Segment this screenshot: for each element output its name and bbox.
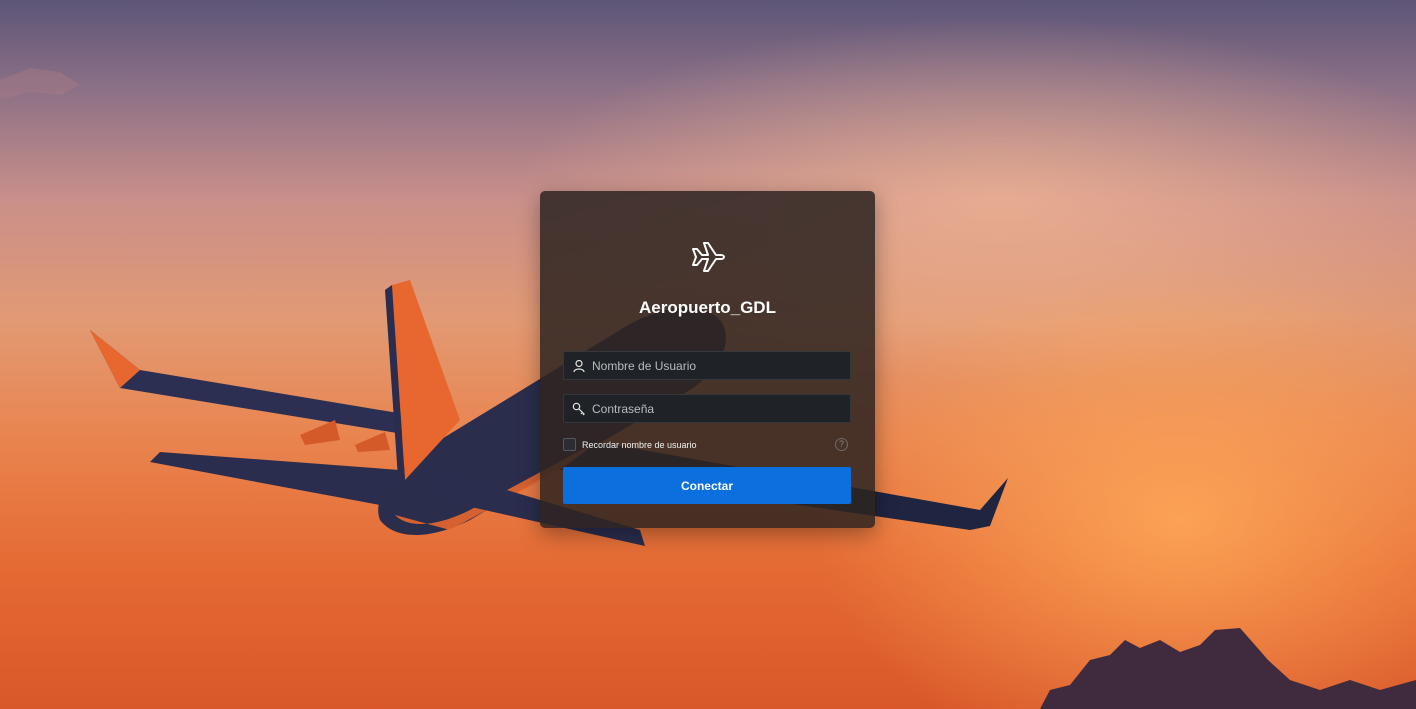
app-title: Aeropuerto_GDL (639, 298, 776, 317)
username-input[interactable] (592, 358, 850, 373)
login-card: Aeropuerto_GDL Recordar nombre de usuari… (540, 191, 875, 528)
remember-label: Recordar nombre de usuario (582, 439, 697, 450)
remember-checkbox[interactable] (563, 438, 576, 451)
key-icon (572, 402, 585, 415)
connect-button[interactable]: Conectar (563, 467, 851, 504)
help-icon[interactable]: ? (835, 438, 848, 451)
password-input[interactable] (592, 401, 850, 416)
airplane-icon (692, 242, 725, 272)
user-icon (573, 359, 585, 372)
remember-username[interactable]: Recordar nombre de usuario (563, 438, 697, 451)
password-field[interactable] (563, 394, 851, 423)
username-field[interactable] (563, 351, 851, 380)
